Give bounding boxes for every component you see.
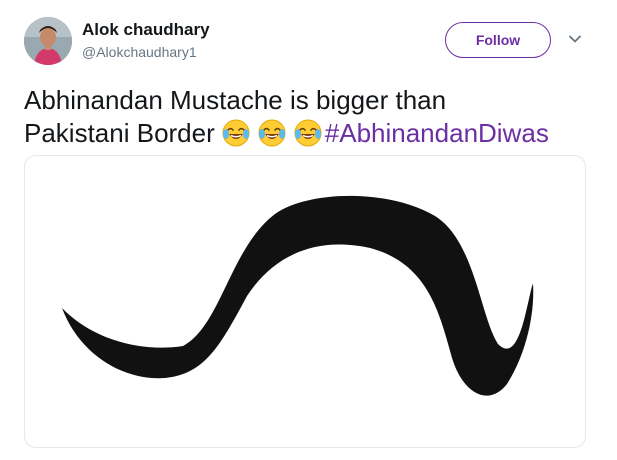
avatar[interactable] xyxy=(24,17,72,65)
tweet-text-line2: Pakistani Border #AbhinandanDiwas xyxy=(24,117,594,150)
face-with-tears-of-joy-emoji xyxy=(294,119,322,147)
mustache-image xyxy=(62,195,534,396)
tweet-media-image[interactable] xyxy=(24,155,586,448)
user-display-name[interactable]: Alok chaudhary xyxy=(82,20,210,40)
chevron-down-icon[interactable] xyxy=(568,32,582,46)
tweet-text-line2-text: Pakistani Border xyxy=(24,118,215,148)
tweet-text: Abhinandan Mustache is bigger than Pakis… xyxy=(24,84,594,150)
user-handle[interactable]: @Alokchaudhary1 xyxy=(82,44,197,60)
face-with-tears-of-joy-emoji xyxy=(258,119,286,147)
face-with-tears-of-joy-emoji xyxy=(222,119,250,147)
hashtag-link[interactable]: #AbhinandanDiwas xyxy=(325,118,549,148)
follow-button[interactable]: Follow xyxy=(445,22,551,58)
tweet-text-line1: Abhinandan Mustache is bigger than xyxy=(24,85,447,115)
